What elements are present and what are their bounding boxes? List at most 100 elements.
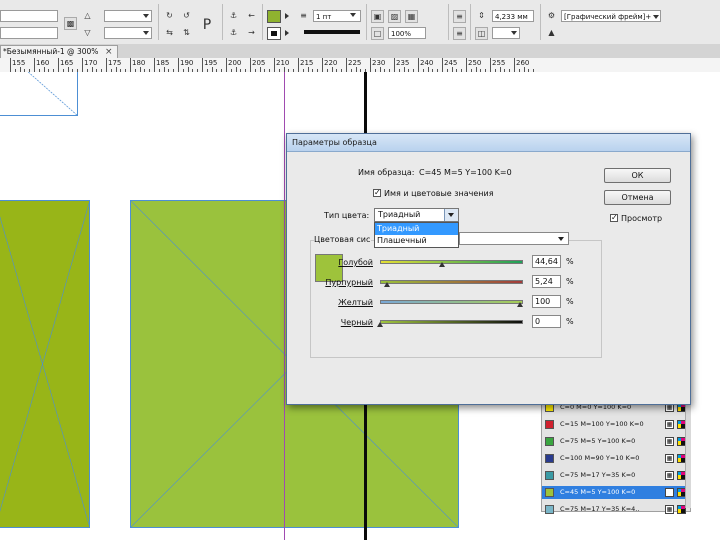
channel-label: Черный [340,318,373,327]
width-field[interactable] [0,10,58,22]
process-color-icon: ▦ [665,454,674,463]
ruler-tick [58,58,59,72]
swatch-chip [545,471,554,480]
scale-y-icon[interactable]: ▽ [81,27,94,40]
effects-icon[interactable]: ▲ [545,27,558,40]
channel-value-field[interactable]: 5,24 [532,275,561,288]
fit-content-icon[interactable]: ▣ [371,10,384,23]
color-type-option[interactable]: Плашечный [375,235,458,247]
ruler-tick [346,58,347,72]
rotate-ccw-icon[interactable]: ↺ [180,10,193,23]
swatch-name: C=45 M=5 Y=100 K=0 [560,488,636,496]
ruler-label: 225 [348,59,362,67]
height-field[interactable] [0,27,58,39]
ruler-tick [178,58,179,72]
ruler-tick [466,58,467,72]
ruler-label: 185 [156,59,170,67]
swatch-row[interactable]: C=15 M=100 Y=100 K=0 ▦ [542,418,690,431]
slider-thumb[interactable] [384,282,391,287]
select-next-icon[interactable]: → [245,27,258,40]
align-left-icon[interactable]: ≡ [453,10,466,23]
color-type-select[interactable]: Триадный [374,208,459,222]
color-type-option[interactable]: Триадный [375,223,458,235]
ruler-label: 210 [276,59,290,67]
offset-icon: ⇕ [478,11,485,20]
object-style-dropdown-icon[interactable] [653,15,659,19]
document-tab-title: *Безымянный-1 @ 300% [3,47,99,56]
select-previous-icon[interactable]: ← [245,10,258,23]
magenta-guide[interactable] [284,72,285,540]
slider-thumb[interactable] [517,302,523,307]
percent-sign: % [566,317,574,326]
channel-value-field[interactable]: 0 [532,315,561,328]
document-tab-bar: *Безымянный-1 @ 300% × [0,44,720,59]
ruler-label: 170 [84,59,98,67]
ruler-tick [202,58,203,72]
swatch-row[interactable]: C=75 M=5 Y=100 K=0 ▦ [542,435,690,448]
zoom-field[interactable]: 100% [388,27,426,39]
swatch-row[interactable]: C=75 M=17 Y=35 K=4.. ▦ [542,503,690,516]
stroke-weight-dropdown-icon[interactable] [350,13,356,17]
color-mode-select[interactable] [459,232,569,245]
columns-icon: ◫ [475,27,488,40]
channel-slider[interactable] [380,260,523,264]
fill-menu-arrow-icon[interactable] [285,13,289,19]
ok-button[interactable]: ОК [604,168,671,183]
rotation-field[interactable] [104,10,152,22]
ruler-tick [418,58,419,72]
swatch-name-label: Имя образца: [358,168,415,177]
ruler-label: 195 [204,59,218,67]
ruler-tick [34,58,35,72]
swatch-row[interactable]: C=75 M=17 Y=35 K=0 ▦ [542,469,690,482]
green-frame-left[interactable] [0,200,90,528]
slider-thumb[interactable] [439,262,446,267]
scale-x-icon[interactable]: △ [81,10,94,23]
swatch-name: C=15 M=100 Y=100 K=0 [560,420,644,428]
small-frame[interactable] [0,72,78,116]
close-tab-icon[interactable]: × [105,47,113,57]
object-style-field[interactable]: [Графический фрейм]+ [561,10,661,22]
stroke-type-preview[interactable] [304,30,360,34]
flip-horizontal-icon[interactable]: ⇆ [163,27,176,40]
color-type-dropdown-list: Триадный Плашечный [374,222,459,248]
percent-sign: % [566,277,574,286]
shear-field[interactable] [104,27,152,39]
color-type-dropdown-button[interactable] [444,209,458,221]
swatch-row[interactable]: C=45 M=5 Y=100 K=0 ▦ [542,486,690,499]
dialog-title[interactable]: Параметры образца [287,134,690,152]
fit-frame-icon[interactable]: ▨ [388,10,401,23]
align-center-icon[interactable]: ≡ [453,27,466,40]
ruler-tick [154,58,155,72]
ruler-label: 205 [252,59,266,67]
ruler-label: 155 [12,59,26,67]
rotate-cw-icon[interactable]: ↻ [163,10,176,23]
percent-sign: % [566,297,574,306]
channel-slider[interactable] [380,300,523,304]
columns-field[interactable] [492,27,520,39]
preview-checkbox[interactable]: ✓ [610,214,618,222]
reference-point-p-icon[interactable]: P [199,16,215,34]
stroke-swatch[interactable] [267,27,281,40]
channel-value-field[interactable]: 100 [532,295,561,308]
stroke-menu-arrow-icon[interactable] [285,30,289,36]
select-container-icon[interactable]: ⚓ [227,10,240,23]
fill-swatch[interactable] [267,10,281,23]
slider-thumb[interactable] [377,322,383,327]
name-with-value-checkbox[interactable]: ✓ [373,189,381,197]
channel-slider[interactable] [380,320,523,324]
center-content-icon[interactable]: ▦ [405,10,418,23]
select-content-icon[interactable]: ⚓ [227,27,240,40]
channel-value-field[interactable]: 44,64 [532,255,561,268]
ruler-label: 240 [420,59,434,67]
ruler-label: 250 [468,59,482,67]
swatch-row[interactable]: C=100 M=90 Y=10 K=0 ▦ [542,452,690,465]
chevron-down-icon [448,213,454,217]
horizontal-ruler[interactable]: 155 160 165 170 175 180 185 190 195 200 205 210 215 2… [0,58,720,73]
offset-field[interactable]: 4,233 мм [492,10,534,22]
channel-slider[interactable] [380,280,523,284]
document-tab[interactable]: *Безымянный-1 @ 300% × [0,45,118,58]
constrain-proportions-icon[interactable]: ▩ [64,17,77,30]
flip-vertical-icon[interactable]: ⇅ [180,27,193,40]
cancel-button[interactable]: Отмена [604,190,671,205]
swatch-chip [545,454,554,463]
